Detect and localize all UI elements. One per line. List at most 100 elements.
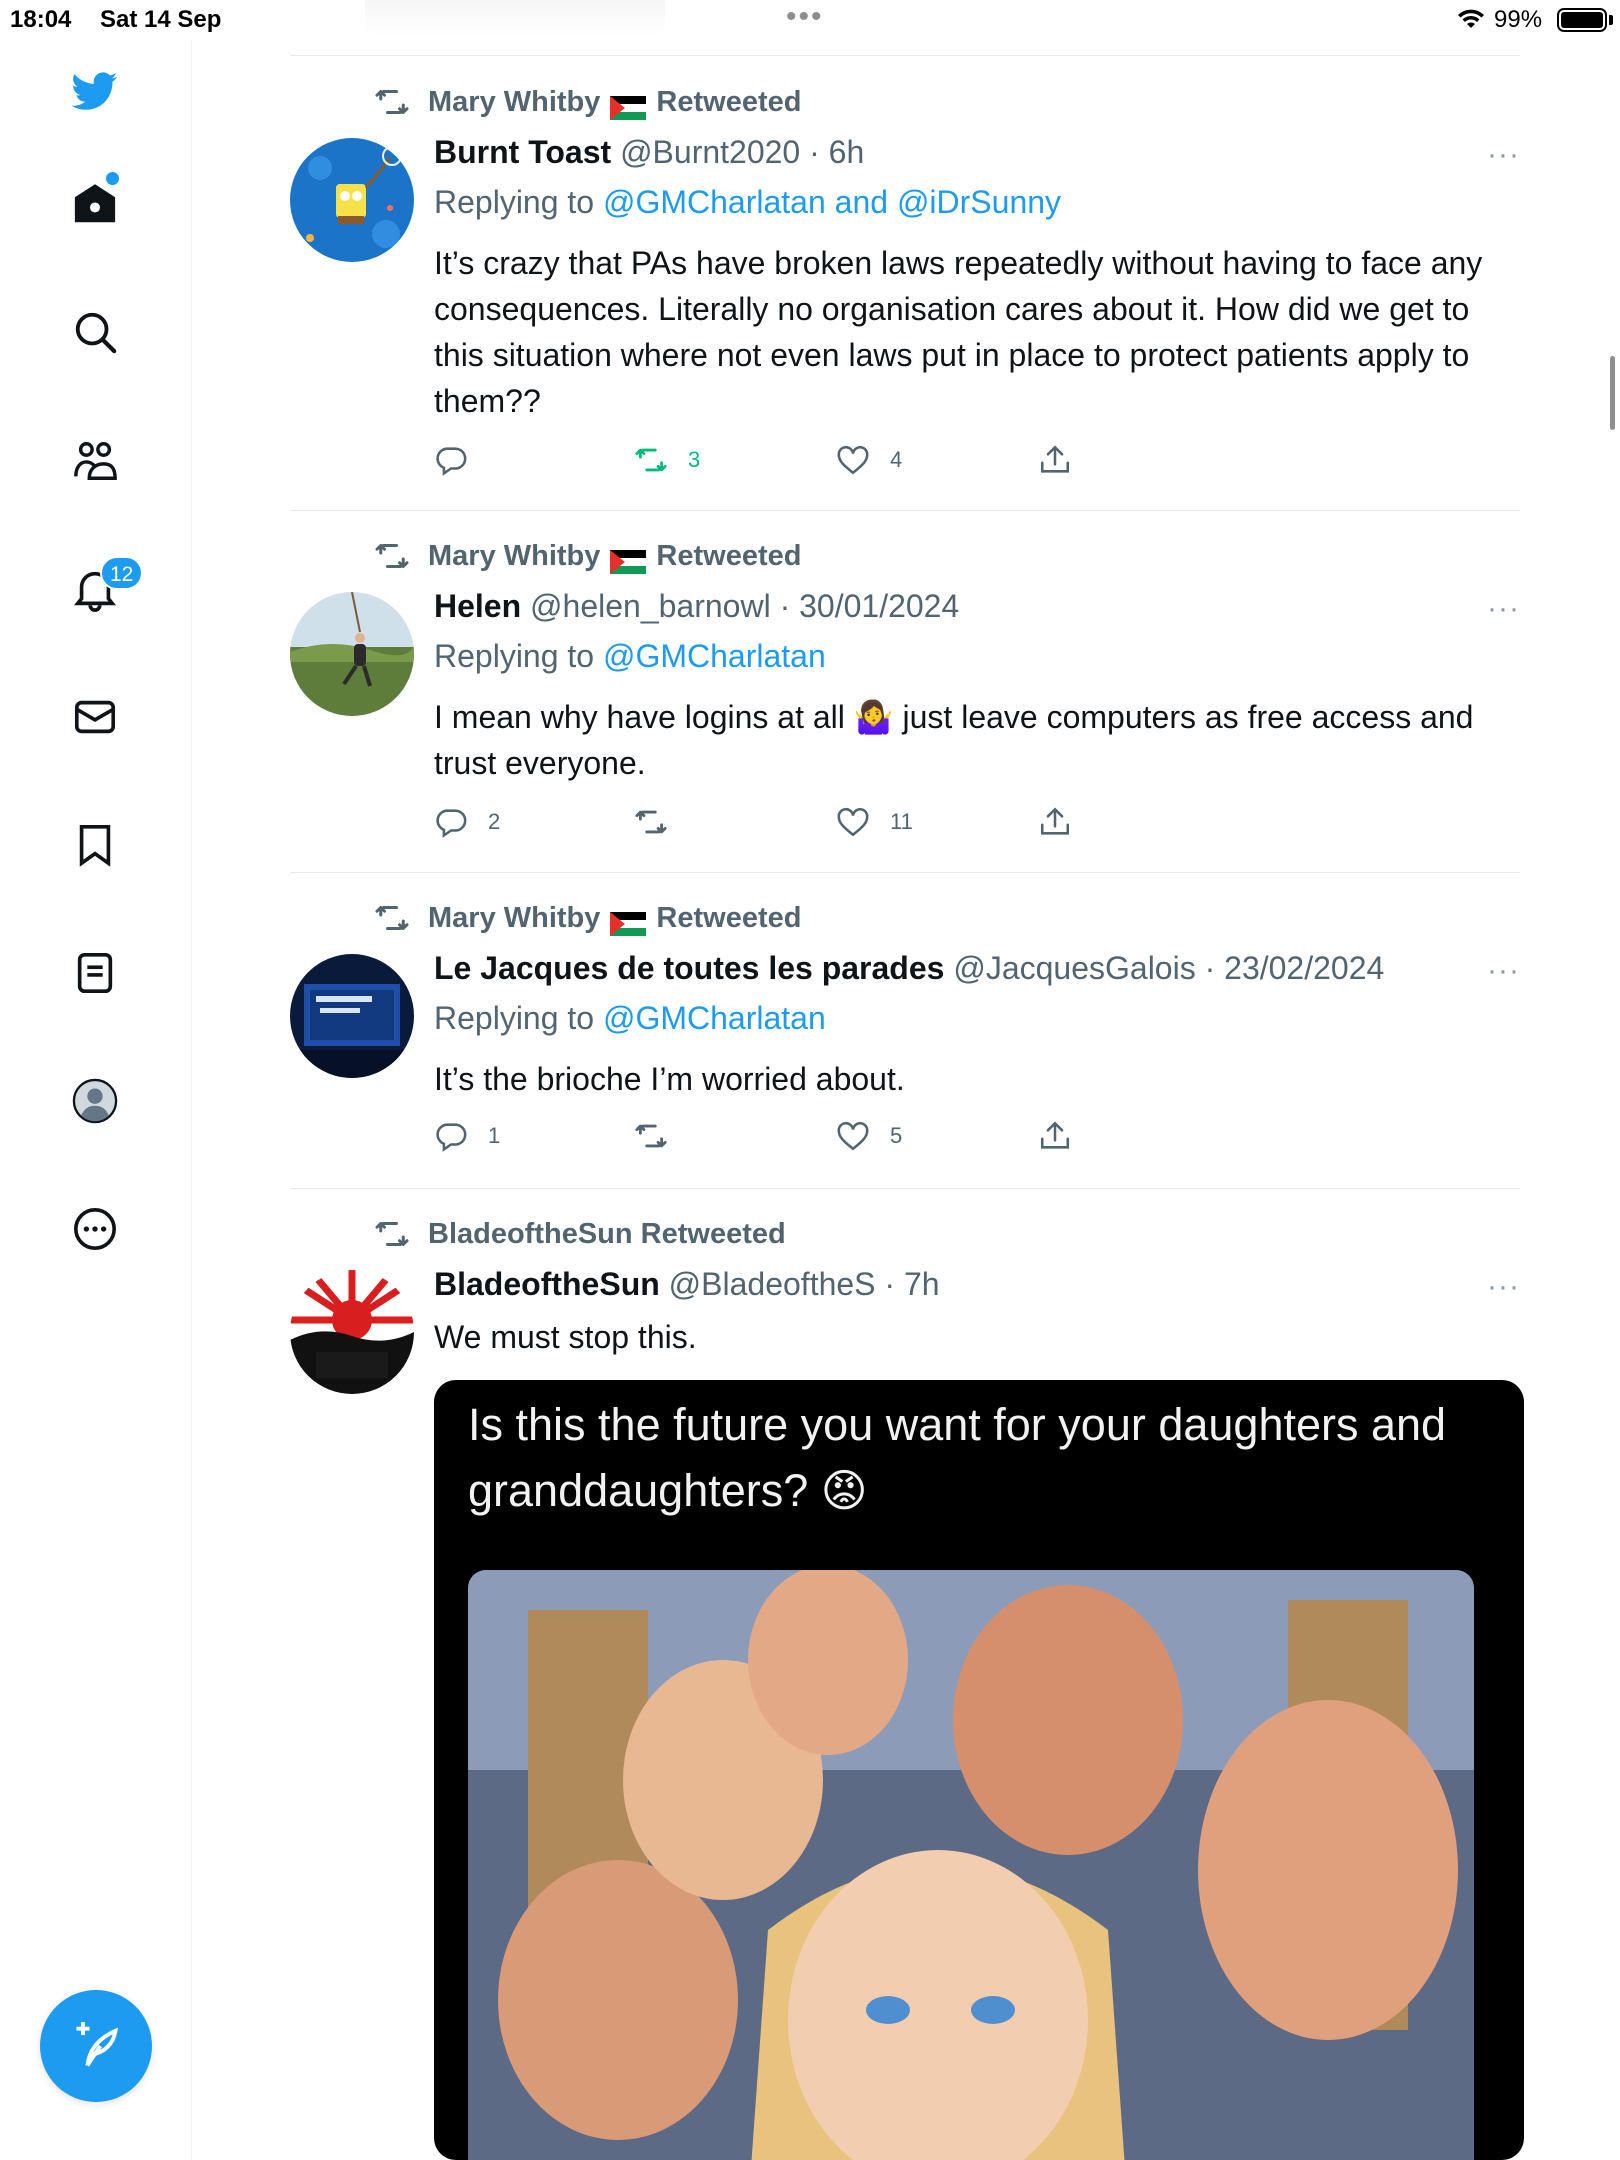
- tweet-text: It’s crazy that PAs have broken laws rep…: [434, 245, 1483, 419]
- reply-button[interactable]: 2: [434, 802, 500, 842]
- tweet-text: I mean why have logins at all 🤷‍♀️ just …: [434, 694, 1524, 786]
- like-button[interactable]: 5: [836, 1116, 902, 1156]
- palestine-flag-icon: [610, 906, 647, 936]
- tweet-text: It’s the brioche I’m worried about.: [434, 1061, 905, 1097]
- retweeted-label: Retweeted: [656, 901, 802, 934]
- replying-to-links[interactable]: @GMCharlatan: [603, 638, 826, 674]
- author-name[interactable]: Helen: [434, 588, 521, 624]
- tweet-more-button[interactable]: ···: [1480, 138, 1520, 171]
- tweet-divider: [290, 872, 1520, 873]
- more-options-icon[interactable]: [66, 1200, 124, 1258]
- retweeter-name[interactable]: Mary Whitby: [428, 902, 600, 935]
- avatar-burnt-toast[interactable]: [290, 138, 414, 262]
- retweet-icon: [635, 448, 667, 472]
- messages-icon[interactable]: [66, 688, 124, 746]
- tweet-header: Helen @helen_barnowl · 30/01/2024: [434, 588, 959, 628]
- heart-icon: [837, 445, 869, 475]
- palestine-flag-icon: [610, 544, 647, 574]
- top-divider: [290, 55, 1520, 56]
- notifications-badge: 12: [100, 556, 144, 590]
- like-count: 5: [890, 1123, 903, 1148]
- status-time: 18:04: [10, 6, 72, 33]
- avatar-le-jacques[interactable]: [290, 954, 414, 1078]
- share-icon: [1040, 445, 1070, 473]
- compose-tweet-button[interactable]: [40, 1990, 152, 2102]
- author-name[interactable]: Burnt Toast: [434, 134, 611, 170]
- retweeted-label: Retweeted: [656, 85, 802, 118]
- reply-icon: [436, 809, 467, 838]
- tweet-actions: 1 5: [434, 1116, 1114, 1156]
- retweet-button[interactable]: [634, 1116, 688, 1156]
- avatar-bladeofthesun[interactable]: [290, 1270, 414, 1394]
- replying-prefix: Replying to: [434, 638, 595, 674]
- author-handle-time[interactable]: @helen_barnowl · 30/01/2024: [530, 588, 959, 624]
- retweeted-by-row: BladeoftheSun Retweeted: [374, 1216, 786, 1252]
- retweeted-by-row: Mary Whitby Retweeted: [374, 538, 801, 574]
- communities-icon[interactable]: [66, 432, 124, 490]
- retweeter-name[interactable]: Mary Whitby: [428, 86, 600, 119]
- retweeter-name[interactable]: Mary Whitby: [428, 540, 600, 573]
- tweet-divider: [290, 510, 1520, 511]
- home-unread-dot: [106, 172, 119, 185]
- tweet-media[interactable]: Is this the future you want for your dau…: [434, 1380, 1524, 2160]
- replying-to-line: Replying to @GMCharlatan and @iDrSunny: [434, 184, 1061, 221]
- media-illustration-graphic: [468, 1570, 1474, 2160]
- media-caption: Is this the future you want for your dau…: [468, 1399, 1447, 1516]
- tweet-header: BladeoftheSun @BladeoftheS · 7h: [434, 1266, 940, 1306]
- author-handle-time[interactable]: @BladeoftheS · 7h: [669, 1266, 940, 1302]
- tweet-actions: 2 11: [434, 802, 1114, 842]
- replying-to-line: Replying to @GMCharlatan: [434, 1000, 826, 1037]
- share-icon: [1040, 1121, 1070, 1149]
- avatar-helen[interactable]: [290, 592, 414, 716]
- media-illustration: [468, 1570, 1474, 2160]
- top-fade: [365, 0, 665, 36]
- status-bar: 18:04 Sat 14 Sep ••• 99%: [0, 0, 1620, 40]
- replying-to-links[interactable]: @GMCharlatan and @iDrSunny: [603, 184, 1061, 220]
- author-name[interactable]: Le Jacques de toutes les parades: [434, 950, 944, 986]
- scrollbar-thumb[interactable]: [1610, 356, 1615, 430]
- bookmarks-icon[interactable]: [66, 816, 124, 874]
- retweet-button[interactable]: [634, 802, 688, 842]
- search-icon[interactable]: [66, 303, 124, 361]
- share-icon: [1040, 807, 1070, 835]
- shrug-emoji: 🤷‍♀️: [853, 699, 894, 735]
- reply-icon: [436, 447, 467, 476]
- retweet-small-icon: [375, 90, 409, 114]
- like-button[interactable]: 11: [836, 802, 913, 842]
- lists-icon[interactable]: [66, 944, 124, 1002]
- tweet-header: Le Jacques de toutes les parades @Jacque…: [434, 950, 1384, 990]
- tweet-more-button[interactable]: ···: [1480, 1270, 1520, 1303]
- share-button[interactable]: [1038, 802, 1092, 842]
- retweet-count: 3: [688, 447, 701, 472]
- like-count: 11: [890, 809, 913, 834]
- retweeted-label: Retweeted: [656, 539, 802, 572]
- tweet-actions: 3 4: [434, 440, 1114, 480]
- replying-prefix: Replying to: [434, 1000, 595, 1036]
- share-button[interactable]: [1038, 440, 1092, 480]
- retweet-small-icon: [375, 1222, 409, 1246]
- profile-avatar-icon[interactable]: [66, 1072, 124, 1130]
- author-handle-time[interactable]: @Burnt2020 · 6h: [620, 134, 864, 170]
- tweet-more-button[interactable]: ···: [1480, 592, 1520, 625]
- author-name[interactable]: BladeoftheSun: [434, 1266, 660, 1302]
- heart-icon: [837, 1121, 869, 1151]
- reply-button[interactable]: [434, 440, 488, 480]
- tweet-more-button[interactable]: ···: [1480, 954, 1520, 987]
- reply-button[interactable]: 1: [434, 1116, 500, 1156]
- retweet-small-icon: [375, 544, 409, 568]
- replying-to-links[interactable]: @GMCharlatan: [603, 1000, 826, 1036]
- replying-prefix: Replying to: [434, 184, 595, 220]
- twitter-logo-icon[interactable]: [66, 62, 124, 120]
- battery-percent: 99%: [1494, 6, 1543, 33]
- like-button[interactable]: 4: [836, 440, 902, 480]
- palestine-flag-icon: [610, 90, 647, 120]
- retweet-button[interactable]: 3: [634, 440, 700, 480]
- multitasking-dots-icon[interactable]: •••: [786, 0, 824, 34]
- tweet-divider: [290, 1188, 1520, 1189]
- retweeted-by-line[interactable]: BladeoftheSun Retweeted: [428, 1218, 786, 1251]
- wifi-icon: [1458, 9, 1484, 28]
- retweet-small-icon: [375, 906, 409, 930]
- retweeted-by-row: Mary Whitby Retweeted: [374, 84, 801, 120]
- author-handle-time[interactable]: @JacquesGalois · 23/02/2024: [953, 950, 1384, 986]
- share-button[interactable]: [1038, 1116, 1092, 1156]
